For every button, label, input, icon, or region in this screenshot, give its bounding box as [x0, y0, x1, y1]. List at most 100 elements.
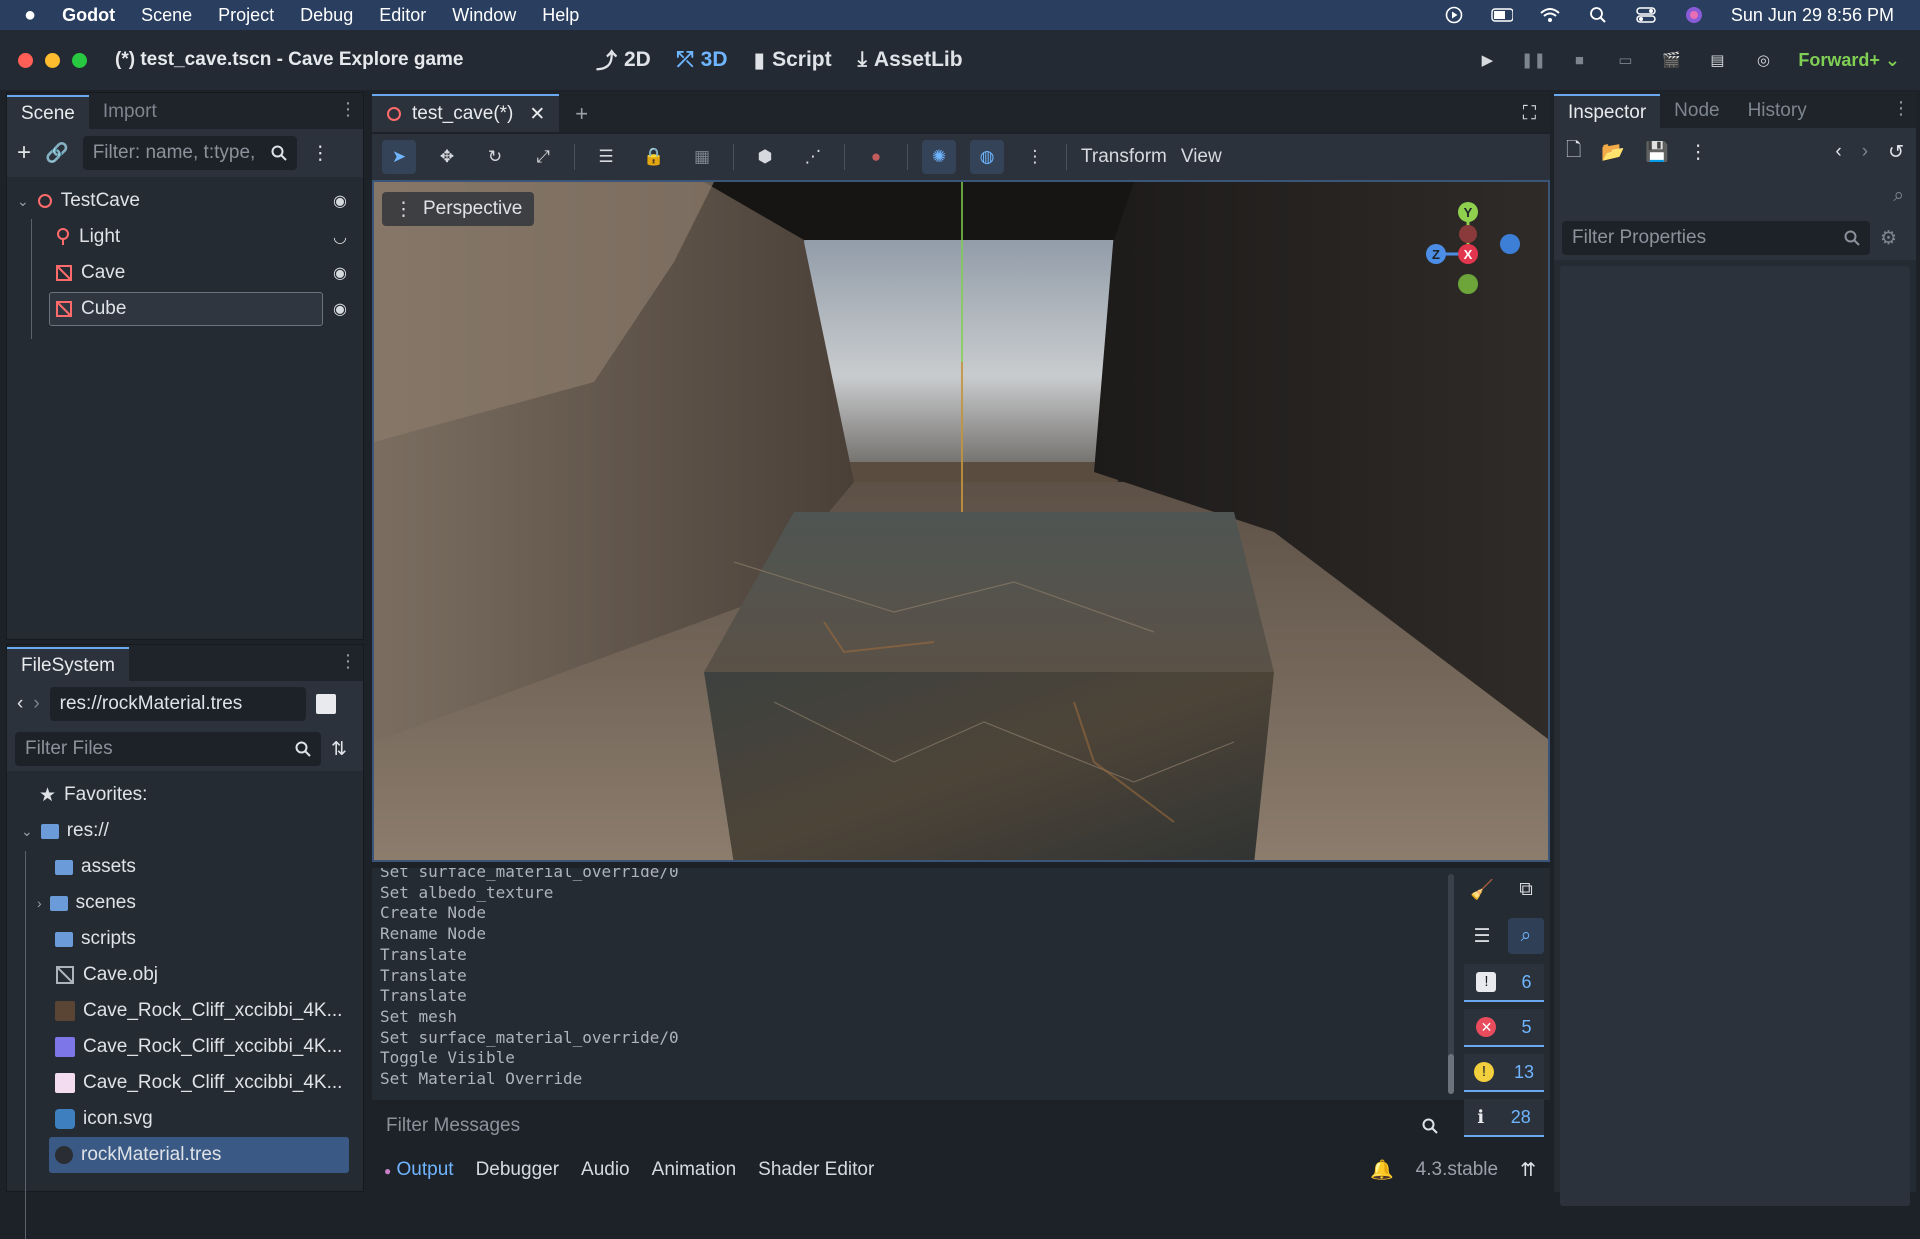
mode-script-button[interactable]: ▮ Script	[754, 45, 832, 75]
console-scrollbar[interactable]	[1448, 874, 1454, 1094]
folder-scenes[interactable]: › scenes	[7, 885, 363, 921]
file-rock-texture-2[interactable]: Cave_Rock_Cliff_xccibbi_4K...	[7, 1029, 363, 1065]
app-menu[interactable]: Godot	[62, 5, 115, 26]
folder-scripts[interactable]: scripts	[7, 921, 363, 957]
property-settings-icon[interactable]: ⚙	[1880, 227, 1897, 250]
file-icon-svg[interactable]: icon.svg	[7, 1101, 363, 1137]
toggle-errors[interactable]: ✕ 5	[1464, 1009, 1544, 1047]
chevron-down-icon[interactable]: ⌄	[17, 193, 29, 210]
history-back-icon[interactable]: ‹	[1835, 141, 1841, 163]
new-resource-icon[interactable]: 🗋	[1566, 136, 1581, 168]
dock-menu-icon[interactable]: ⋮	[339, 99, 357, 120]
copy-output-icon[interactable]: ⧉	[1508, 872, 1544, 908]
tab-shader-editor[interactable]: Shader Editor	[758, 1159, 874, 1181]
resource-options-icon[interactable]: ⋮	[1689, 141, 1708, 164]
transform-menu[interactable]: Transform	[1081, 146, 1167, 168]
filter-search-icon[interactable]: ⌕	[1508, 918, 1544, 954]
tab-debugger[interactable]: Debugger	[476, 1159, 559, 1181]
chevron-down-icon[interactable]: ⌄	[21, 823, 33, 840]
tree-node-cube[interactable]: Cube ◉	[7, 291, 363, 327]
remote-debug-icon[interactable]: ▭	[1614, 49, 1636, 71]
movie-maker-icon[interactable]: ◎	[1752, 49, 1774, 71]
local-space-icon[interactable]: ⬢	[748, 140, 782, 174]
sort-icon[interactable]: ⇅	[331, 738, 347, 761]
tab-filesystem[interactable]: FileSystem	[7, 647, 129, 681]
chevron-right-icon[interactable]: ›	[33, 693, 39, 715]
visibility-eye-icon[interactable]: ◉	[333, 263, 347, 283]
menu-window[interactable]: Window	[452, 5, 516, 26]
tab-test-cave[interactable]: test_cave(*) ✕	[372, 94, 560, 132]
folder-assets[interactable]: assets	[7, 849, 363, 885]
mode-3d-button[interactable]: ⤱ 3D	[677, 45, 728, 75]
select-tool-icon[interactable]: ➤	[382, 140, 416, 174]
scene-filter-input[interactable]: Filter: name, t:type,	[82, 136, 297, 170]
tab-inspector[interactable]: Inspector	[1554, 94, 1661, 128]
dock-menu-icon[interactable]: ⋮	[1892, 98, 1910, 119]
chevron-right-icon[interactable]: ›	[37, 895, 42, 911]
tab-scene[interactable]: Scene	[7, 95, 89, 129]
file-cave-obj[interactable]: Cave.obj	[7, 957, 363, 993]
wifi-icon[interactable]	[1539, 6, 1561, 24]
clear-output-icon[interactable]: 🧹	[1464, 872, 1500, 908]
filter-messages-input[interactable]: Filter Messages	[376, 1108, 1448, 1144]
menu-project[interactable]: Project	[218, 5, 274, 26]
tree-node-light[interactable]: Light ◡	[7, 219, 363, 255]
file-rock-texture-3[interactable]: Cave_Rock_Cliff_xccibbi_4K...	[7, 1065, 363, 1101]
filter-properties-input[interactable]: Filter Properties	[1562, 221, 1870, 255]
clock[interactable]: Sun Jun 29 8:56 PM	[1731, 5, 1894, 26]
control-center-icon[interactable]	[1635, 6, 1657, 24]
collapse-messages-icon[interactable]: ☰	[1464, 918, 1500, 954]
sun-preview-icon[interactable]: ✺	[922, 140, 956, 174]
lock-icon[interactable]: 🔒	[637, 140, 671, 174]
visibility-eye-icon[interactable]: ◉	[333, 191, 347, 211]
version-label[interactable]: 4.3.stable	[1416, 1159, 1498, 1181]
more-options-icon[interactable]: ⋮	[1018, 140, 1052, 174]
distraction-free-icon[interactable]: ⛶	[1509, 96, 1550, 132]
scale-tool-icon[interactable]: ⤢	[526, 140, 560, 174]
filesystem-path-input[interactable]: res://rockMaterial.tres	[49, 687, 306, 721]
output-log[interactable]: Set surface_material_override/0 Set albe…	[372, 868, 1452, 1100]
apple-icon[interactable]: ●	[24, 4, 36, 27]
move-tool-icon[interactable]: ✥	[430, 140, 464, 174]
link-icon[interactable]: 🔗	[45, 141, 69, 165]
filter-files-input[interactable]: Filter Files	[15, 732, 321, 766]
play-icon[interactable]: ▶	[1476, 49, 1498, 71]
zoom-window-button[interactable]	[72, 52, 87, 68]
pause-icon[interactable]: ❚❚	[1521, 49, 1546, 71]
chevron-left-icon[interactable]: ‹	[17, 693, 23, 715]
play-custom-scene-icon[interactable]: ▤	[1706, 49, 1728, 71]
toggle-standard-messages[interactable]: ! 6	[1464, 964, 1544, 1002]
menu-scene[interactable]: Scene	[141, 5, 192, 26]
dock-menu-icon[interactable]: ⋮	[339, 651, 357, 672]
camera-preview-icon[interactable]: ●	[859, 140, 893, 174]
tab-history[interactable]: History	[1734, 94, 1821, 128]
renderer-select[interactable]: Forward+ ⌄	[1798, 50, 1900, 71]
play-scene-icon[interactable]: 🎬	[1660, 49, 1682, 71]
mode-assetlib-button[interactable]: ⤓ AssetLib	[858, 45, 963, 75]
split-view-icon[interactable]	[315, 694, 336, 714]
add-node-icon[interactable]: +	[17, 139, 31, 167]
close-window-button[interactable]	[18, 52, 33, 68]
play-circle-icon[interactable]	[1443, 6, 1465, 24]
tree-node-testcave[interactable]: ⌄ TestCave ◉	[7, 183, 363, 219]
view-gizmo[interactable]: Y Z X	[1422, 190, 1532, 300]
new-tab-icon[interactable]: +	[559, 96, 604, 132]
battery-icon[interactable]	[1491, 6, 1513, 24]
mode-2d-button[interactable]: ⤴ 2D	[596, 45, 651, 75]
snap-icon[interactable]: ⋰	[796, 140, 830, 174]
view-menu[interactable]: View	[1181, 146, 1222, 168]
minimize-window-button[interactable]	[45, 52, 60, 68]
expand-panel-icon[interactable]: ⇈	[1520, 1159, 1536, 1182]
siri-icon[interactable]	[1683, 6, 1705, 24]
folder-res[interactable]: ⌄ res://	[7, 813, 363, 849]
menu-help[interactable]: Help	[542, 5, 579, 26]
tab-node[interactable]: Node	[1660, 94, 1733, 128]
visibility-hidden-icon[interactable]: ◡	[333, 227, 347, 247]
object-history-icon[interactable]: ↺	[1888, 141, 1904, 164]
save-icon[interactable]: 💾	[1645, 140, 1669, 164]
tab-import[interactable]: Import	[89, 95, 171, 129]
tab-output[interactable]: ● Output	[384, 1159, 454, 1181]
environment-preview-icon[interactable]: ◍	[970, 140, 1004, 174]
toggle-warnings[interactable]: ! 13	[1464, 1054, 1544, 1092]
tree-node-cave[interactable]: Cave ◉	[7, 255, 363, 291]
